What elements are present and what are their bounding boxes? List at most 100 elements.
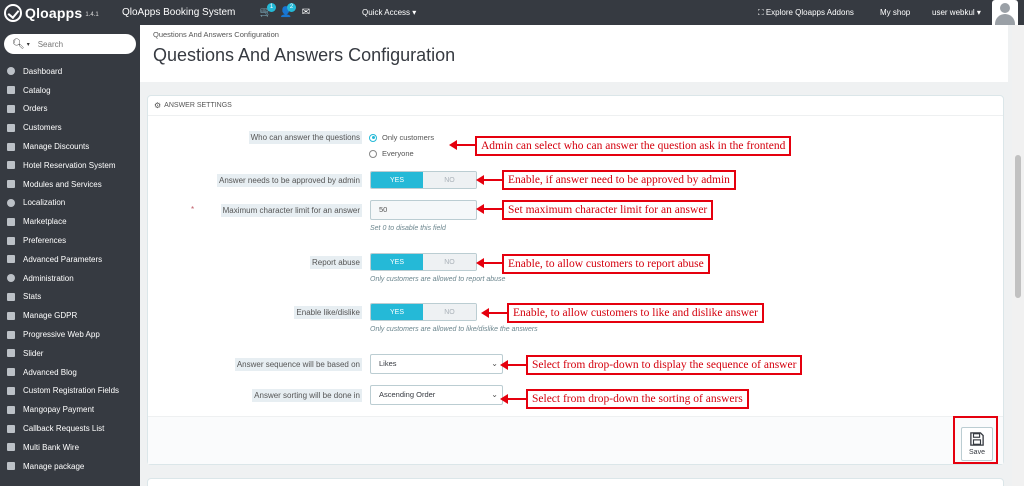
mangopay-icon [6,405,17,414]
annotation-report: Enable, to allow customers to report abu… [502,254,710,274]
hotel-icon [6,161,17,170]
quick-access-dropdown[interactable]: Quick Access ▾ [362,8,416,17]
approve-toggle[interactable]: YES NO [370,171,477,189]
cart-icon[interactable]: 🛒 1 [258,3,276,18]
chevron-down-icon: ⌄ [491,359,498,368]
chevron-down-icon[interactable]: ▾ [27,41,30,48]
report-abuse-label: Report abuse [309,256,362,269]
sidebar-item-label: Mangopay Payment [23,405,95,415]
logo-icon [4,3,22,22]
brand-name[interactable]: QloApps Booking System [122,7,254,18]
max-char-help: Set 0 to disable this field [370,225,446,232]
avatar[interactable] [992,0,1018,25]
sidebar-item-label: Catalog [23,85,51,95]
like-dislike-toggle[interactable]: YES NO [370,303,477,321]
sidebar-item-bank[interactable]: Multi Bank Wire [0,438,140,457]
sidebar-item-modules[interactable]: Modules and Services [0,175,140,194]
sidebar-item-hotel[interactable]: Hotel Reservation System [0,156,140,175]
sidebar-item-dashboard[interactable]: Dashboard [0,62,140,81]
sidebar-item-slider[interactable]: Slider [0,344,140,363]
page-title: Questions And Answers Configuration [153,45,456,65]
sidebar-item-gdpr[interactable]: Manage GDPR [0,306,140,325]
annotation-approve: Enable, if answer need to be approved by… [502,170,736,190]
gear-icon: ⚙ [154,101,162,110]
sidebar-item-orders[interactable]: Orders [0,100,140,119]
sidebar-item-stats[interactable]: Stats [0,288,140,307]
sidebar-item-customers[interactable]: Customers [0,118,140,137]
toggle-yes[interactable]: YES [371,172,424,188]
logo[interactable]: Qloapps 1.4.1 [4,3,114,22]
sidebar-item-label: Hotel Reservation System [23,160,116,170]
sidebar: 🔍︎ ▾ Dashboard Catalog Orders Customers Mana… [0,25,140,486]
sidebar-item-marketplace[interactable]: Marketplace [0,212,140,231]
scrollbar[interactable] [1012,25,1024,486]
next-panel [147,478,1004,486]
annotation-arrow [476,204,502,214]
dashboard-icon [6,67,17,76]
sidebar-item-registration[interactable]: Custom Registration Fields [0,382,140,401]
sidebar-item-label: Dashboard [23,66,63,76]
sidebar-item-advanced[interactable]: Advanced Parameters [0,250,140,269]
user-menu[interactable]: user webkul ▾ [932,8,981,17]
logo-text: Qloapps [25,4,83,21]
radio-dot[interactable] [369,133,377,142]
customers-icon[interactable]: 👤 2 [278,3,296,18]
explore-addons-link[interactable]: ⛶ Explore Qloapps Addons [758,8,854,18]
sidebar-item-label: Advanced Parameters [23,254,103,264]
quick-access-label: Quick Access [362,8,411,17]
sidebar-item-label: Marketplace [23,217,67,227]
modules-icon [6,180,17,189]
sorting-select[interactable]: Ascending Order ⌄ [370,385,503,405]
sidebar-item-blog[interactable]: Advanced Blog [0,363,140,382]
sidebar-item-callback[interactable]: Callback Requests List [0,419,140,438]
radio-only-customers[interactable]: Only customers [369,133,434,142]
discounts-icon [6,142,17,151]
customers-icon [6,123,17,132]
my-shop-link[interactable]: My shop [880,8,910,17]
annotation-arrow [500,394,526,404]
report-abuse-toggle[interactable]: YES NO [370,253,477,271]
scroll-thumb[interactable] [1015,155,1021,298]
panel-heading: ⚙ ANSWER SETTINGS [148,96,1003,116]
sidebar-search[interactable]: 🔍︎ ▾ [4,34,136,54]
search-input[interactable] [37,39,128,49]
toggle-no[interactable]: NO [423,172,476,188]
orders-icon [6,104,17,113]
search-icon[interactable]: 🔍︎ [12,39,25,50]
pwa-icon [6,330,17,339]
toggle-yes[interactable]: YES [371,254,424,270]
sidebar-item-package[interactable]: Manage package [0,457,140,476]
envelope-icon[interactable]: ✉ [298,7,314,18]
sidebar-item-catalog[interactable]: Catalog [0,81,140,100]
annotation-sequence: Select from drop-down to display the seq… [526,355,803,375]
administration-icon [6,274,17,283]
radio-everyone[interactable]: Everyone [369,149,414,158]
sidebar-item-label: Manage GDPR [23,311,78,321]
sidebar-item-pwa[interactable]: Progressive Web App [0,325,140,344]
sidebar-item-label: Customers [23,123,62,133]
sidebar-item-mangopay[interactable]: Mangopay Payment [0,400,140,419]
report-abuse-help: Only customers are allowed to report abu… [370,276,506,283]
breadcrumb[interactable]: Questions And Answers Configuration [153,30,279,39]
max-char-input[interactable]: 50 [370,200,477,220]
toggle-yes[interactable]: YES [371,304,424,320]
toggle-no[interactable]: NO [423,254,476,270]
sequence-select[interactable]: Likes ⌄ [370,354,503,374]
advanced-icon [6,255,17,264]
sequence-label: Answer sequence will be based on [234,358,362,371]
sidebar-item-discounts[interactable]: Manage Discounts [0,137,140,156]
approve-label: Answer needs to be approved by admin [217,174,362,187]
panel-footer: Save [148,416,1003,464]
toggle-no[interactable]: NO [423,304,476,320]
annotation-like: Enable, to allow customers to like and d… [507,303,764,323]
registration-icon [6,386,17,395]
annotation-who: Admin can select who can answer the ques… [475,136,792,156]
customers-badge: 2 [287,3,296,12]
radio-label: Everyone [382,149,414,158]
bank-icon [6,443,17,452]
sidebar-item-administration[interactable]: Administration [0,269,140,288]
gdpr-icon [6,311,17,320]
sidebar-item-localization[interactable]: Localization [0,194,140,213]
radio-dot[interactable] [369,149,377,158]
sidebar-item-preferences[interactable]: Preferences [0,231,140,250]
